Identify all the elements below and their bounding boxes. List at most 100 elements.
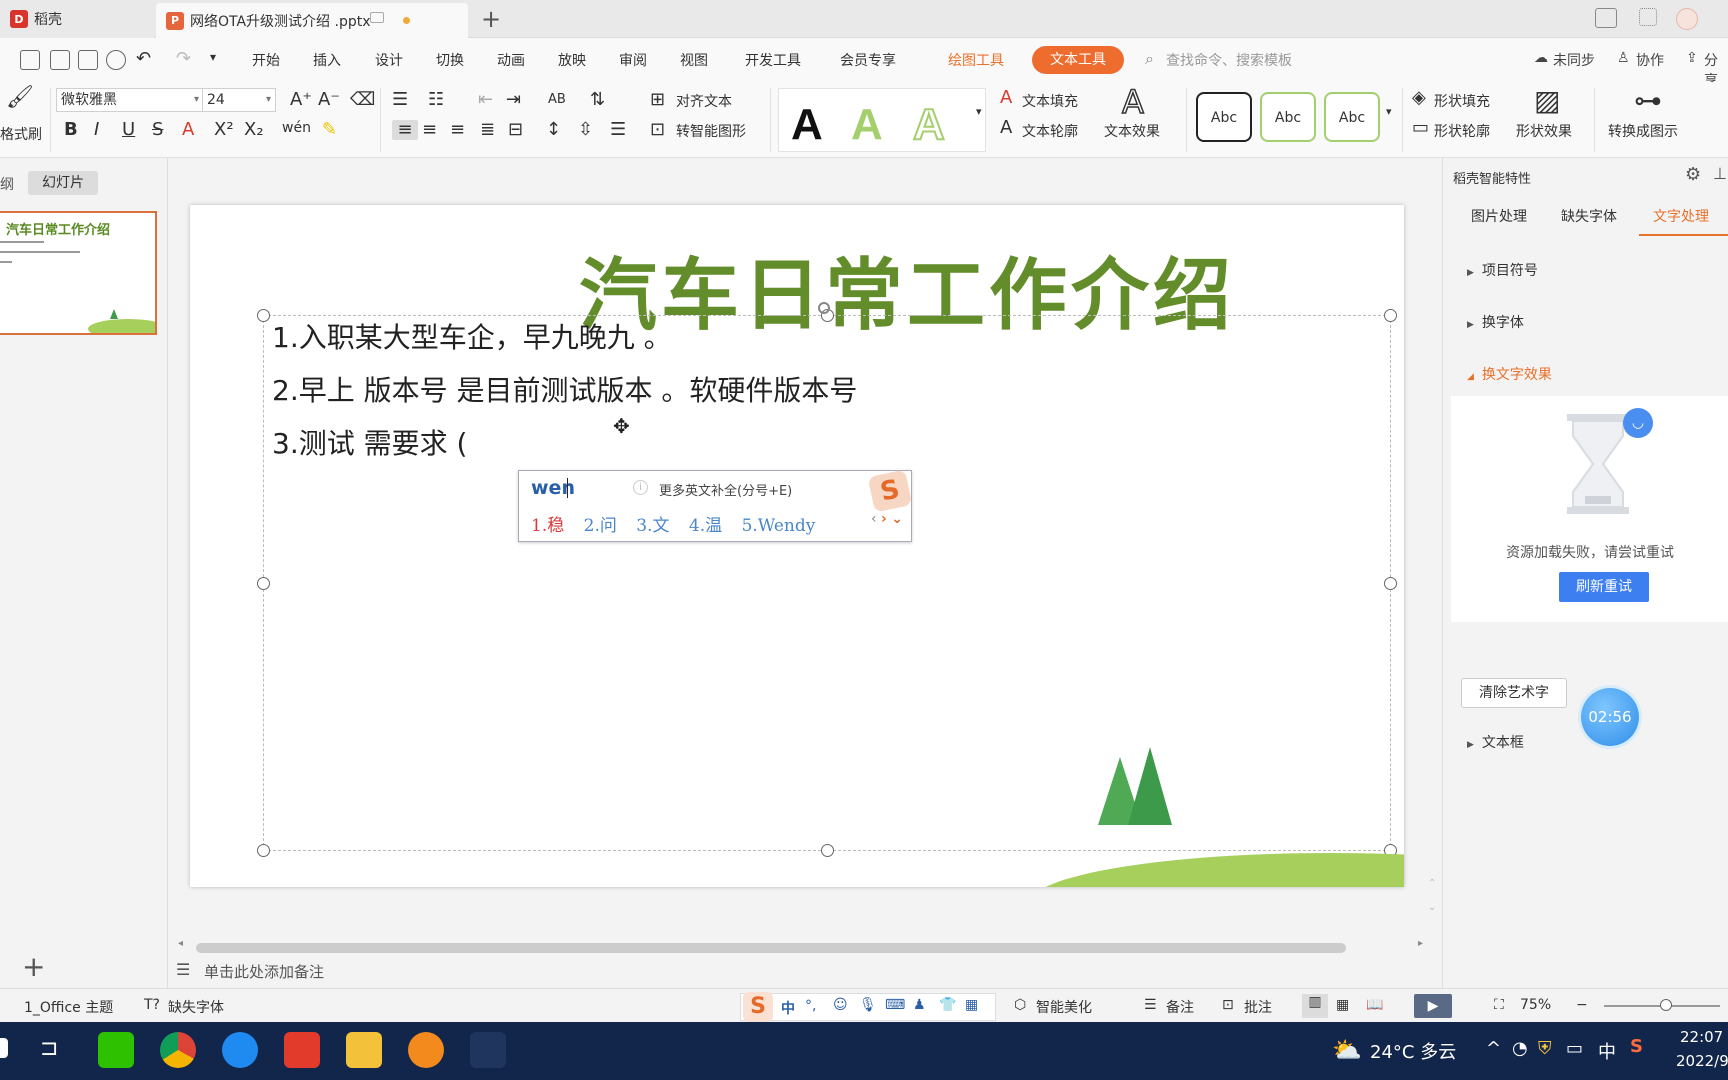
document-tab[interactable]: P 网络OTA升级测试介绍 .pptx — [156, 3, 468, 38]
spacing-options-icon[interactable]: ☰ — [610, 120, 626, 140]
tab-missing-fonts[interactable]: 缺失字体 — [1561, 206, 1617, 226]
wps-icon[interactable] — [284, 1032, 320, 1068]
text-outline-icon[interactable]: A — [1000, 118, 1012, 138]
underline-icon[interactable]: U — [122, 120, 135, 140]
redo-icon[interactable]: ↷ — [176, 48, 191, 69]
font-name-select[interactable]: 微软雅黑 — [56, 88, 204, 112]
window-layout-icon[interactable] — [1595, 8, 1617, 28]
theme-name[interactable]: 1_Office 主题 — [24, 997, 113, 1017]
bullet-3[interactable]: 3.测试 需要求 ( — [272, 422, 467, 462]
increase-indent-icon[interactable]: ⇥ — [506, 90, 521, 110]
reading-view-icon[interactable]: 📖 — [1366, 997, 1383, 1013]
sync-status[interactable]: 未同步 — [1553, 50, 1595, 70]
new-tab-button[interactable]: + — [478, 5, 504, 33]
tab-developer[interactable]: 开发工具 — [745, 50, 801, 70]
task-view-icon[interactable]: ⊐ — [40, 1036, 58, 1061]
shape-effect-icon[interactable]: ▨ — [1534, 84, 1560, 118]
resize-handle-bc[interactable] — [821, 844, 834, 857]
wordart-style-black[interactable]: A — [791, 95, 823, 155]
notes-button[interactable]: 备注 — [1166, 997, 1194, 1017]
clock-date[interactable]: 2022/9 — [1676, 1052, 1728, 1070]
phonetic-icon[interactable]: wén — [282, 118, 311, 138]
keyboard-icon[interactable]: ⌨ — [885, 997, 905, 1013]
smart-shape-button[interactable]: 转智能图形 — [676, 121, 746, 141]
tab-animation[interactable]: 动画 — [497, 50, 525, 70]
format-painter-label[interactable]: 格式刷 — [0, 124, 42, 144]
wordart-style-outline[interactable]: A — [912, 95, 946, 155]
apps-grid-icon[interactable] — [1639, 8, 1657, 26]
weather-text[interactable]: 24°C 多云 — [1370, 1038, 1456, 1064]
file-explorer-icon[interactable] — [346, 1032, 382, 1068]
pin-icon[interactable]: ⊥ — [1713, 164, 1727, 183]
clear-wordart-button[interactable]: 清除艺术字 — [1461, 678, 1567, 708]
horizontal-scroll-thumb[interactable] — [196, 943, 1346, 953]
add-slide-button[interactable]: + — [22, 953, 45, 981]
strikethrough-icon[interactable]: S — [152, 120, 163, 140]
tab-outline[interactable]: 纲 — [0, 174, 14, 194]
zoom-out-icon[interactable]: − — [1576, 997, 1588, 1013]
tab-review[interactable]: 审阅 — [619, 50, 647, 70]
horizontal-scrollbar[interactable]: ◂ ▸ — [178, 938, 1428, 954]
scroll-right-icon[interactable]: ▸ — [1418, 938, 1423, 949]
security-icon[interactable]: ⛨ — [1538, 1038, 1552, 1059]
tab-start[interactable]: 开始 — [252, 50, 280, 70]
ime-candidate[interactable]: 2.问 — [584, 516, 617, 536]
text-effect-icon[interactable]: A — [1121, 82, 1144, 122]
tab-slides[interactable]: 幻灯片 — [28, 171, 98, 195]
tab-design[interactable]: 设计 — [375, 50, 403, 70]
sogou-browser-icon[interactable] — [222, 1032, 258, 1068]
network-icon[interactable]: ◔ — [1512, 1038, 1528, 1059]
ime-mode-zh[interactable]: 中 — [781, 998, 795, 1018]
shape-effect-button[interactable]: 形状效果 — [1516, 121, 1572, 141]
italic-icon[interactable]: I — [94, 120, 99, 140]
resize-handle-tr[interactable] — [1384, 309, 1397, 322]
align-center-icon[interactable]: ≡ — [422, 120, 437, 140]
text-outline-button[interactable]: 文本轮廓 — [1022, 121, 1078, 141]
format-painter-icon[interactable]: 🖌 — [6, 87, 34, 109]
microphone-icon[interactable]: 🎙 — [859, 997, 877, 1013]
justify-icon[interactable]: ≣ — [480, 120, 495, 140]
sogou-logo-icon[interactable]: S — [743, 992, 773, 1022]
rotate-handle-icon[interactable] — [818, 302, 830, 314]
vertical-scrollbar[interactable]: ⌃ ⌄ — [1426, 158, 1440, 938]
convert-diagram-button[interactable]: 转换成图示 — [1608, 121, 1678, 141]
section-text-effects[interactable]: ◢ 换文字效果 — [1467, 364, 1552, 384]
print-icon[interactable] — [78, 50, 98, 70]
bullet-list-icon[interactable]: ☰ — [392, 90, 408, 110]
shape-outline-button[interactable]: 形状轮廓 — [1434, 121, 1490, 141]
text-direction-icon[interactable]: AB — [548, 90, 566, 110]
tray-ime-mode[interactable]: 中 — [1598, 1038, 1616, 1064]
collab-button[interactable]: 协作 — [1636, 50, 1664, 70]
resize-handle-mr[interactable] — [1384, 577, 1397, 590]
text-fill-icon[interactable]: A — [1000, 88, 1012, 108]
tab-transition[interactable]: 切换 — [436, 50, 464, 70]
search-app-icon[interactable] — [408, 1032, 444, 1068]
line-spacing-icon[interactable]: ↕ — [546, 120, 561, 140]
tray-sogou-icon[interactable]: S — [1630, 1036, 1643, 1057]
export-icon[interactable] — [50, 50, 70, 70]
prev-slide-icon[interactable]: ⌃ — [1428, 878, 1436, 889]
ime-hint[interactable]: 更多英文补全(分号+E) — [659, 480, 792, 499]
start-button-icon[interactable] — [0, 1038, 8, 1058]
user-avatar[interactable] — [1676, 8, 1698, 30]
next-slide-icon[interactable]: ⌄ — [1428, 902, 1436, 913]
tool-app-icon[interactable] — [470, 1032, 506, 1068]
align-text-icon[interactable]: ⊞ — [650, 90, 665, 110]
font-shrink-icon[interactable]: A⁻ — [318, 90, 340, 110]
tab-drawing-tool[interactable]: 绘图工具 — [948, 50, 1004, 70]
missing-font-button[interactable]: 缺失字体 — [168, 997, 224, 1017]
superscript-icon[interactable]: X² — [214, 120, 234, 140]
numbered-list-icon[interactable]: ☷ — [428, 90, 444, 110]
ime-candidate-popup[interactable]: wen i 更多英文补全(分号+E) S 1.稳 2.问 3.文 4.温 5.W… — [518, 469, 913, 542]
retry-button[interactable]: 刷新重试 — [1559, 572, 1649, 602]
resize-handle-ml[interactable] — [257, 577, 270, 590]
settings-icon[interactable]: ⚙ — [1685, 164, 1701, 185]
scroll-left-icon[interactable]: ◂ — [178, 938, 183, 949]
normal-view-icon[interactable]: ▥ — [1302, 994, 1328, 1018]
shape-style-more-icon[interactable]: ▾ — [1386, 102, 1392, 122]
undo-icon[interactable]: ↶ — [136, 48, 151, 69]
shape-fill-icon[interactable]: ◈ — [1412, 88, 1426, 108]
recording-timer[interactable]: 02:56 — [1581, 688, 1639, 746]
home-tab[interactable]: D 稻壳 — [0, 0, 154, 38]
clear-format-icon[interactable]: ⌫ — [350, 90, 375, 110]
